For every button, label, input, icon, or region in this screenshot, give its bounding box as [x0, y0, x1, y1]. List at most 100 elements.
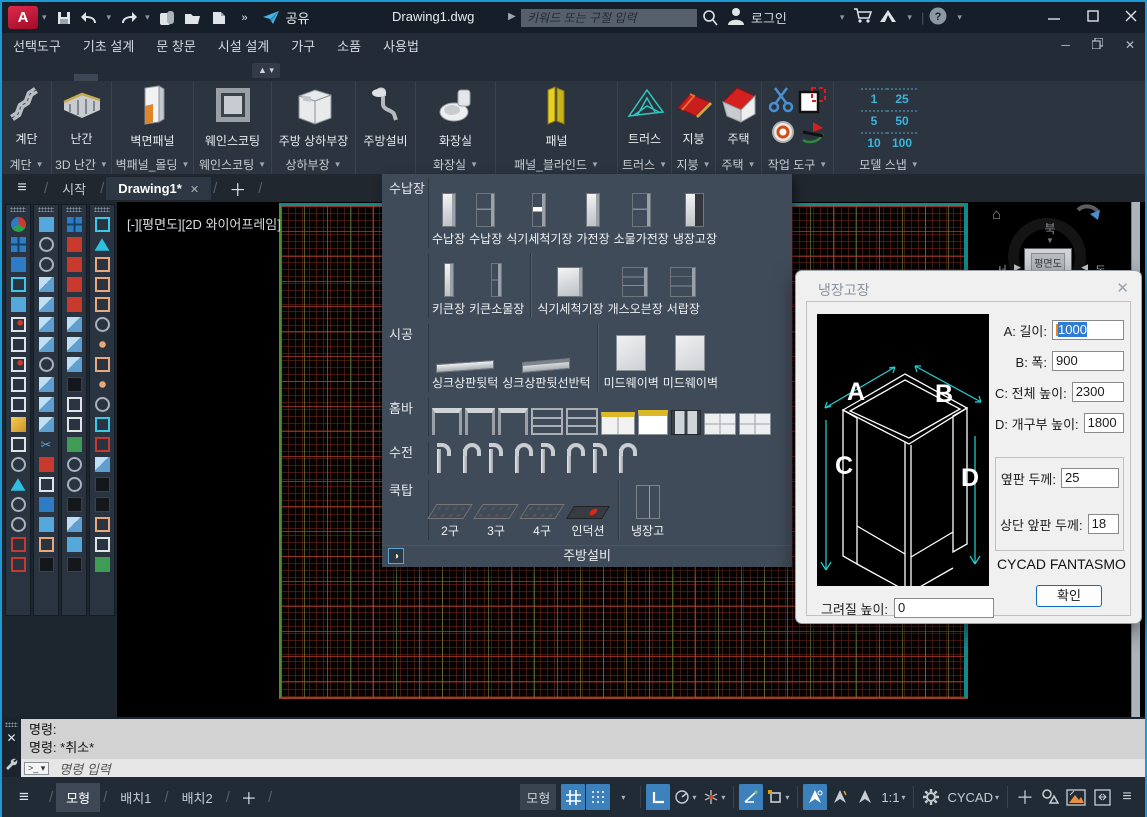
new-file-icon[interactable]: [208, 8, 230, 28]
ok-button[interactable]: 확인: [1036, 585, 1102, 607]
toolbar-grip[interactable]: [38, 207, 54, 212]
snap-value[interactable]: 100: [887, 132, 917, 154]
ribbon-tab[interactable]: [2, 74, 26, 81]
viewport-rect-tool[interactable]: [95, 437, 110, 452]
ortho-mode-toggle[interactable]: [646, 784, 670, 810]
ribbon-panel-truss[interactable]: 트러스 트러스▼: [618, 81, 672, 174]
ribbon-panel-bathroom[interactable]: 화장실 화장실▼: [416, 81, 496, 174]
item-homebar-shelf-2[interactable]: [565, 407, 599, 436]
item-refrigerator-cabinet[interactable]: 냉장고장: [672, 192, 718, 248]
polar-tracking-toggle[interactable]: ▾: [671, 784, 699, 810]
search-icon[interactable]: [702, 9, 718, 29]
center-circle-tool[interactable]: [95, 317, 110, 332]
railing-icon[interactable]: [60, 84, 104, 129]
cart-icon[interactable]: [853, 7, 873, 28]
item-tall-cabinet[interactable]: 키큰장: [431, 262, 466, 318]
spline-tool[interactable]: [39, 217, 54, 232]
layout2-tab[interactable]: 배치2: [172, 783, 223, 812]
redo-dropdown-icon[interactable]: ▾: [145, 12, 150, 23]
rect-select-tool[interactable]: [11, 357, 26, 372]
item-tall-small-cabinet[interactable]: 키큰소물장: [468, 262, 525, 318]
save-icon[interactable]: [53, 8, 75, 28]
stretch-down-tool[interactable]: [67, 297, 82, 312]
item-faucet-3[interactable]: [483, 442, 501, 474]
ribbon-panel-wainscoting[interactable]: 웨인스코팅 웨인스코팅▼: [194, 81, 272, 174]
item-cooktop-2burner[interactable]: 2구: [431, 503, 469, 540]
stretch-right-tool[interactable]: [67, 257, 82, 272]
orbit-tool[interactable]: [67, 457, 82, 472]
ribbon-tab[interactable]: [146, 74, 170, 81]
ribbon-panel-kitchen-equipment[interactable]: 주방설비 ▼: [356, 81, 416, 174]
command-input-row[interactable]: >_ ▾ 명령 입력: [21, 759, 1145, 777]
ribbon-panel-wall-panel[interactable]: 벽면패널 벽패널_몰딩▼: [112, 81, 194, 174]
rect-marker-tool[interactable]: [11, 317, 26, 332]
render-style-tool[interactable]: [11, 217, 26, 232]
customize-wrench-icon[interactable]: [5, 757, 18, 775]
window-section-tool[interactable]: [39, 557, 54, 572]
graphics-performance-button[interactable]: [1063, 784, 1089, 810]
wainscoting-icon[interactable]: [212, 84, 254, 131]
draw-height-input[interactable]: 0: [894, 598, 994, 618]
more-tools-icon[interactable]: »: [234, 8, 256, 28]
item-homebar-white-2[interactable]: [738, 412, 772, 436]
stretch-left-tool[interactable]: [67, 277, 82, 292]
double-wall-tool[interactable]: [11, 377, 26, 392]
redo-icon[interactable]: [117, 8, 139, 28]
snap-dropdown-icon[interactable]: ▾: [611, 784, 635, 810]
link-node-tool[interactable]: [95, 257, 110, 272]
model-tab[interactable]: 모형: [56, 783, 100, 812]
side-thickness-input[interactable]: 25: [1061, 468, 1119, 488]
doc-minimize-button[interactable]: ─: [1061, 38, 1070, 52]
osnap-cursor-toggle-1[interactable]: [803, 784, 827, 810]
workspace-switcher[interactable]: CYCAD▾: [944, 784, 1002, 810]
login-dropdown-icon[interactable]: ▾: [840, 12, 845, 23]
ribbon-tab[interactable]: [98, 74, 122, 81]
menu-item[interactable]: 사용법: [372, 36, 430, 55]
extrude-tool[interactable]: [39, 297, 54, 312]
item-faucet-6[interactable]: [561, 442, 579, 474]
camera-tool[interactable]: [67, 497, 82, 512]
roof-icon[interactable]: [674, 84, 714, 129]
doc-restore-button[interactable]: [1092, 38, 1103, 52]
undo-icon[interactable]: [79, 8, 101, 28]
command-grip[interactable]: [5, 722, 18, 727]
doc-close-button[interactable]: ✕: [1125, 38, 1135, 52]
osnap-cursor-toggle-2[interactable]: [828, 784, 852, 810]
crosshair-button[interactable]: ＋: [1013, 784, 1037, 810]
break-tool[interactable]: [39, 517, 54, 532]
viewcube-north-label[interactable]: 북: [1044, 220, 1055, 237]
settings-gear-icon[interactable]: [919, 784, 943, 810]
plot-icon[interactable]: [156, 8, 178, 28]
maximize-button[interactable]: [1087, 10, 1099, 25]
app-logo[interactable]: A: [8, 6, 38, 29]
ribbon-panel-panel-blinds[interactable]: 패널 패널_블라인드▼: [496, 81, 618, 174]
copy-tool[interactable]: [39, 417, 54, 432]
stretch-up-tool[interactable]: [67, 237, 82, 252]
toilet-icon[interactable]: [434, 84, 478, 131]
polygon-tool[interactable]: [39, 257, 54, 272]
dimension-input[interactable]: 2300: [1072, 382, 1124, 402]
pline-vertex-tool[interactable]: [11, 557, 26, 572]
command-prompt-icon[interactable]: >_ ▾: [24, 762, 49, 775]
object-snap-toggle[interactable]: ▾: [764, 784, 792, 810]
wall-corner-tool[interactable]: [11, 337, 26, 352]
item-faucet-4[interactable]: [509, 442, 527, 474]
close-button[interactable]: [1125, 10, 1137, 25]
bench-tool[interactable]: [67, 437, 82, 452]
ribbon-panel-stairs[interactable]: 계단 계단▼: [2, 81, 52, 174]
dimension-input[interactable]: 1000: [1052, 320, 1124, 340]
target-icon[interactable]: [770, 119, 796, 150]
minimize-button[interactable]: [1048, 10, 1061, 25]
ribbon-tab[interactable]: [194, 74, 218, 81]
viewcube-rotate-icon[interactable]: [1076, 204, 1102, 235]
item-faucet-2[interactable]: [457, 442, 475, 474]
copy-rotate-tool[interactable]: [67, 537, 82, 552]
scissors-tool[interactable]: ✂: [39, 437, 54, 452]
item-midway-wall-2[interactable]: 미드웨이벽: [662, 334, 719, 392]
model-snap-values[interactable]: 12555010100: [861, 88, 917, 154]
house-icon[interactable]: [719, 84, 759, 129]
move-tool[interactable]: [11, 437, 26, 452]
face-shade-tool[interactable]: [67, 377, 82, 392]
help-dropdown-icon[interactable]: ▾: [957, 12, 962, 23]
open-folder-icon[interactable]: [182, 8, 204, 28]
